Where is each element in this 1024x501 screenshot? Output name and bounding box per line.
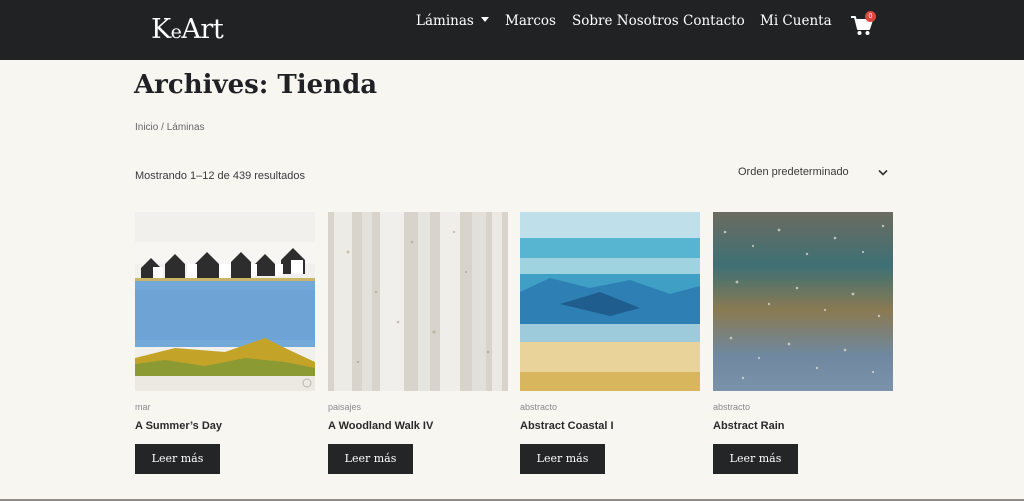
breadcrumb-current: Láminas bbox=[166, 122, 205, 133]
page-title: Archives: Tienda bbox=[134, 70, 378, 100]
caret-down-icon bbox=[480, 17, 489, 22]
chevron-down-icon bbox=[878, 168, 888, 180]
product-image[interactable] bbox=[713, 212, 893, 391]
read-more-button[interactable]: Leer más bbox=[520, 444, 605, 474]
nav-item-laminas[interactable]: Láminas bbox=[416, 13, 489, 29]
nav-item-label: Láminas bbox=[416, 13, 474, 29]
product-image[interactable] bbox=[135, 212, 315, 391]
read-more-button[interactable]: Leer más bbox=[713, 444, 798, 474]
product-category[interactable]: paisajes bbox=[328, 402, 361, 412]
nav-item-sobre-nosotros[interactable]: Sobre Nosotros bbox=[572, 13, 679, 29]
breadcrumb: Inicio / Láminas bbox=[135, 122, 205, 133]
product-title[interactable]: Abstract Coastal I bbox=[520, 420, 614, 432]
nav-item-contacto[interactable]: Contacto bbox=[683, 13, 745, 29]
site-logo[interactable]: KeArt bbox=[151, 14, 224, 45]
read-more-button[interactable]: Leer más bbox=[328, 444, 413, 474]
site-header: KeArt Láminas Marcos Sobre Nosotros Cont… bbox=[0, 0, 1024, 60]
product-title[interactable]: A Woodland Walk IV bbox=[328, 420, 433, 432]
nav-item-mi-cuenta[interactable]: Mi Cuenta bbox=[760, 13, 832, 29]
breadcrumb-home-link[interactable]: Inicio bbox=[135, 122, 158, 133]
product-category[interactable]: abstracto bbox=[520, 402, 557, 412]
product-image[interactable] bbox=[520, 212, 700, 391]
result-count: Mostrando 1–12 de 439 resultados bbox=[135, 170, 306, 182]
product-title[interactable]: A Summer’s Day bbox=[135, 420, 222, 432]
logo-letter-k: K bbox=[151, 14, 171, 45]
cart-count-badge: 0 bbox=[865, 11, 876, 22]
orderby-select[interactable]: Orden predeterminado bbox=[738, 166, 891, 184]
product-image[interactable] bbox=[328, 212, 508, 391]
orderby-selected-value: Orden predeterminado bbox=[738, 166, 849, 178]
product-title[interactable]: Abstract Rain bbox=[713, 420, 785, 432]
breadcrumb-separator: / bbox=[161, 122, 164, 133]
read-more-button[interactable]: Leer más bbox=[135, 444, 220, 474]
nav-item-marcos[interactable]: Marcos bbox=[505, 13, 556, 29]
product-category[interactable]: abstracto bbox=[713, 402, 750, 412]
logo-letter-e: e bbox=[170, 21, 182, 43]
product-category[interactable]: mar bbox=[135, 402, 151, 412]
logo-word-art: Art bbox=[181, 14, 224, 45]
